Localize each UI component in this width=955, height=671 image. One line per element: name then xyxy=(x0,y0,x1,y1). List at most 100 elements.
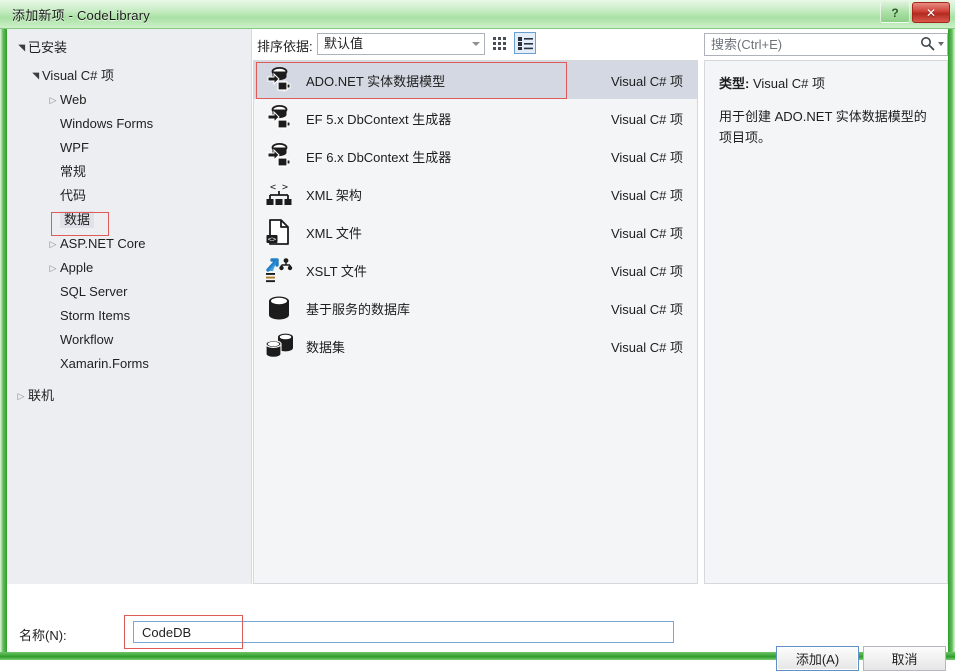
list-item-name: ADO.NET 实体数据模型 xyxy=(306,73,446,89)
tree-spacer: ▷ xyxy=(47,352,59,376)
svg-text:<>: <> xyxy=(268,235,276,243)
list-item[interactable]: EF 6.x DbContext 生成器 Visual C# 项 xyxy=(254,137,697,175)
list-item-name: EF 5.x DbContext 生成器 xyxy=(306,111,452,127)
tree-spacer: ▷ xyxy=(47,208,59,232)
tree-spacer: ▷ xyxy=(47,136,59,160)
chevron-expanded-icon[interactable]: ◢ xyxy=(23,70,47,82)
tree-item-apple[interactable]: ▷ Apple xyxy=(7,255,251,279)
item-details-panel: 类型: Visual C# 项 用于创建 ADO.NET 实体数据模型的项目项。 xyxy=(704,60,948,584)
list-item-kind: Visual C# 项 xyxy=(610,73,683,89)
list-item-name: XML 文件 xyxy=(306,225,362,241)
tree-item-asp-net-core[interactable]: ▷ ASP.NET Core xyxy=(7,231,251,255)
tree-item-[interactable]: ▷常规 xyxy=(7,159,251,183)
tree-item-workflow[interactable]: ▷Workflow xyxy=(7,327,251,351)
dialog-client-area: ◢已安装◢Visual C# 项▷Web▷Windows Forms▷WPF▷常… xyxy=(7,29,948,671)
ef-model-icon xyxy=(262,64,296,96)
tree-spacer: ▷ xyxy=(47,112,59,136)
tree-item-label: Windows Forms xyxy=(60,115,154,131)
chevron-collapsed-icon[interactable]: ▷ xyxy=(47,88,59,112)
list-view-button[interactable] xyxy=(514,32,536,54)
list-item[interactable]: 基于服务的数据库 Visual C# 项 xyxy=(254,289,697,327)
dataset-icon xyxy=(262,330,296,362)
detail-type-row: 类型: Visual C# 项 xyxy=(719,73,933,92)
tree-item-label: SQL Server xyxy=(60,283,128,299)
category-tree[interactable]: ◢已安装◢Visual C# 项▷Web▷Windows Forms▷WPF▷常… xyxy=(7,29,252,584)
search-icon xyxy=(920,36,935,51)
name-input[interactable] xyxy=(133,621,674,643)
close-button[interactable]: ✕ xyxy=(912,2,950,23)
list-item[interactable]: EF 5.x DbContext 生成器 Visual C# 项 xyxy=(254,99,697,137)
chevron-collapsed-icon[interactable]: ▷ xyxy=(15,384,27,408)
detail-description: 用于创建 ADO.NET 实体数据模型的项目项。 xyxy=(719,109,927,145)
tree-item-xamarin-forms[interactable]: ▷Xamarin.Forms xyxy=(7,351,251,375)
list-item-kind: Visual C# 项 xyxy=(610,263,683,279)
list-item-name: EF 6.x DbContext 生成器 xyxy=(306,149,452,165)
chevron-collapsed-icon[interactable]: ▷ xyxy=(47,256,59,280)
tree-spacer: ▷ xyxy=(47,280,59,304)
window-title: 添加新项 - CodeLibrary xyxy=(12,8,150,23)
tree-item-label: Xamarin.Forms xyxy=(60,355,149,371)
sort-by-value: 默认值 xyxy=(324,36,364,51)
list-item[interactable]: XSLT 文件 Visual C# 项 xyxy=(254,251,697,289)
tree-item-[interactable]: ▷ 联机 xyxy=(7,383,251,407)
name-field-label: 名称(N): xyxy=(19,628,67,643)
list-item-name: 基于服务的数据库 xyxy=(306,301,411,317)
sort-by-dropdown[interactable]: 默认值 xyxy=(317,33,485,55)
search-input[interactable] xyxy=(705,34,913,55)
tree-item-label: 联机 xyxy=(28,387,55,403)
list-item-kind: Visual C# 项 xyxy=(610,111,683,127)
title-bar: 添加新项 - CodeLibrary ? ✕ xyxy=(0,0,955,29)
cancel-button[interactable]: 取消 xyxy=(863,646,946,671)
help-button[interactable]: ? xyxy=(880,2,910,23)
tree-item-label: 已安装 xyxy=(28,39,68,55)
tree-item-wpf[interactable]: ▷WPF xyxy=(7,135,251,159)
list-item[interactable]: < > XML 架构 Visual C# 项 xyxy=(254,175,697,213)
list-item-name: 数据集 xyxy=(306,339,346,355)
list-item[interactable]: ADO.NET 实体数据模型 Visual C# 项 xyxy=(254,61,697,99)
tree-item-sql-server[interactable]: ▷SQL Server xyxy=(7,279,251,303)
list-item-kind: Visual C# 项 xyxy=(610,301,683,317)
tree-spacer: ▷ xyxy=(47,160,59,184)
search-icon-group[interactable] xyxy=(920,36,944,51)
list-toolbar: 排序依据: 默认值 xyxy=(253,29,698,60)
detail-type-value: Visual C# 项 xyxy=(752,76,825,91)
tree-item-label: 代码 xyxy=(60,187,87,203)
xml-schema-icon: < > xyxy=(262,178,296,210)
search-box[interactable] xyxy=(704,33,948,56)
detail-type-label: 类型: xyxy=(719,76,753,91)
tree-item-visual-c[interactable]: ◢ Visual C# 项 xyxy=(7,63,251,87)
tree-item-[interactable]: ▷代码 xyxy=(7,183,251,207)
list-item[interactable]: <> XML 文件 Visual C# 项 xyxy=(254,213,697,251)
chevron-expanded-icon[interactable]: ◢ xyxy=(9,42,33,54)
list-item-kind: Visual C# 项 xyxy=(610,339,683,355)
list-icon xyxy=(517,36,533,51)
tree-item-windows-forms[interactable]: ▷Windows Forms xyxy=(7,111,251,135)
category-tree-rows: ◢已安装◢Visual C# 项▷Web▷Windows Forms▷WPF▷常… xyxy=(7,29,251,407)
ef-model-icon xyxy=(262,140,296,172)
tree-item-label: Apple xyxy=(60,259,94,275)
tree-item-[interactable]: ◢ 已安装 xyxy=(7,35,251,59)
add-button[interactable]: 添加(A) xyxy=(776,646,859,671)
tree-item-web[interactable]: ▷ Web xyxy=(7,87,251,111)
list-item[interactable]: 数据集 Visual C# 项 xyxy=(254,327,697,365)
database-icon xyxy=(262,292,296,324)
item-list[interactable]: ADO.NET 实体数据模型 Visual C# 项 EF 5.x DbContex… xyxy=(253,60,698,584)
add-new-item-dialog: 添加新项 - CodeLibrary ? ✕ ◢ 已安装 ◢ Visual C# 项 ▷… xyxy=(0,0,955,671)
chevron-collapsed-icon[interactable]: ▷ xyxy=(47,232,59,256)
tree-item-label: Visual C# 项 xyxy=(42,67,115,83)
tree-item-label: Workflow xyxy=(60,331,114,347)
list-item-kind: Visual C# 项 xyxy=(610,225,683,241)
list-item-kind: Visual C# 项 xyxy=(610,187,683,203)
tiles-view-button[interactable] xyxy=(489,32,511,54)
tree-item-label: WPF xyxy=(60,139,89,155)
xslt-file-icon xyxy=(262,254,296,286)
tree-item-[interactable]: ▷数据 xyxy=(7,207,251,231)
ef-model-icon xyxy=(262,102,296,134)
item-list-rows: ADO.NET 实体数据模型 Visual C# 项 EF 5.x DbContex… xyxy=(254,61,697,365)
tree-item-storm-items[interactable]: ▷Storm Items xyxy=(7,303,251,327)
tree-item-label: Web xyxy=(60,91,87,107)
chevron-down-icon xyxy=(938,41,944,46)
tree-item-label: 数据 xyxy=(60,210,95,228)
tree-spacer: ▷ xyxy=(47,304,59,328)
window-frame-right xyxy=(948,0,955,660)
